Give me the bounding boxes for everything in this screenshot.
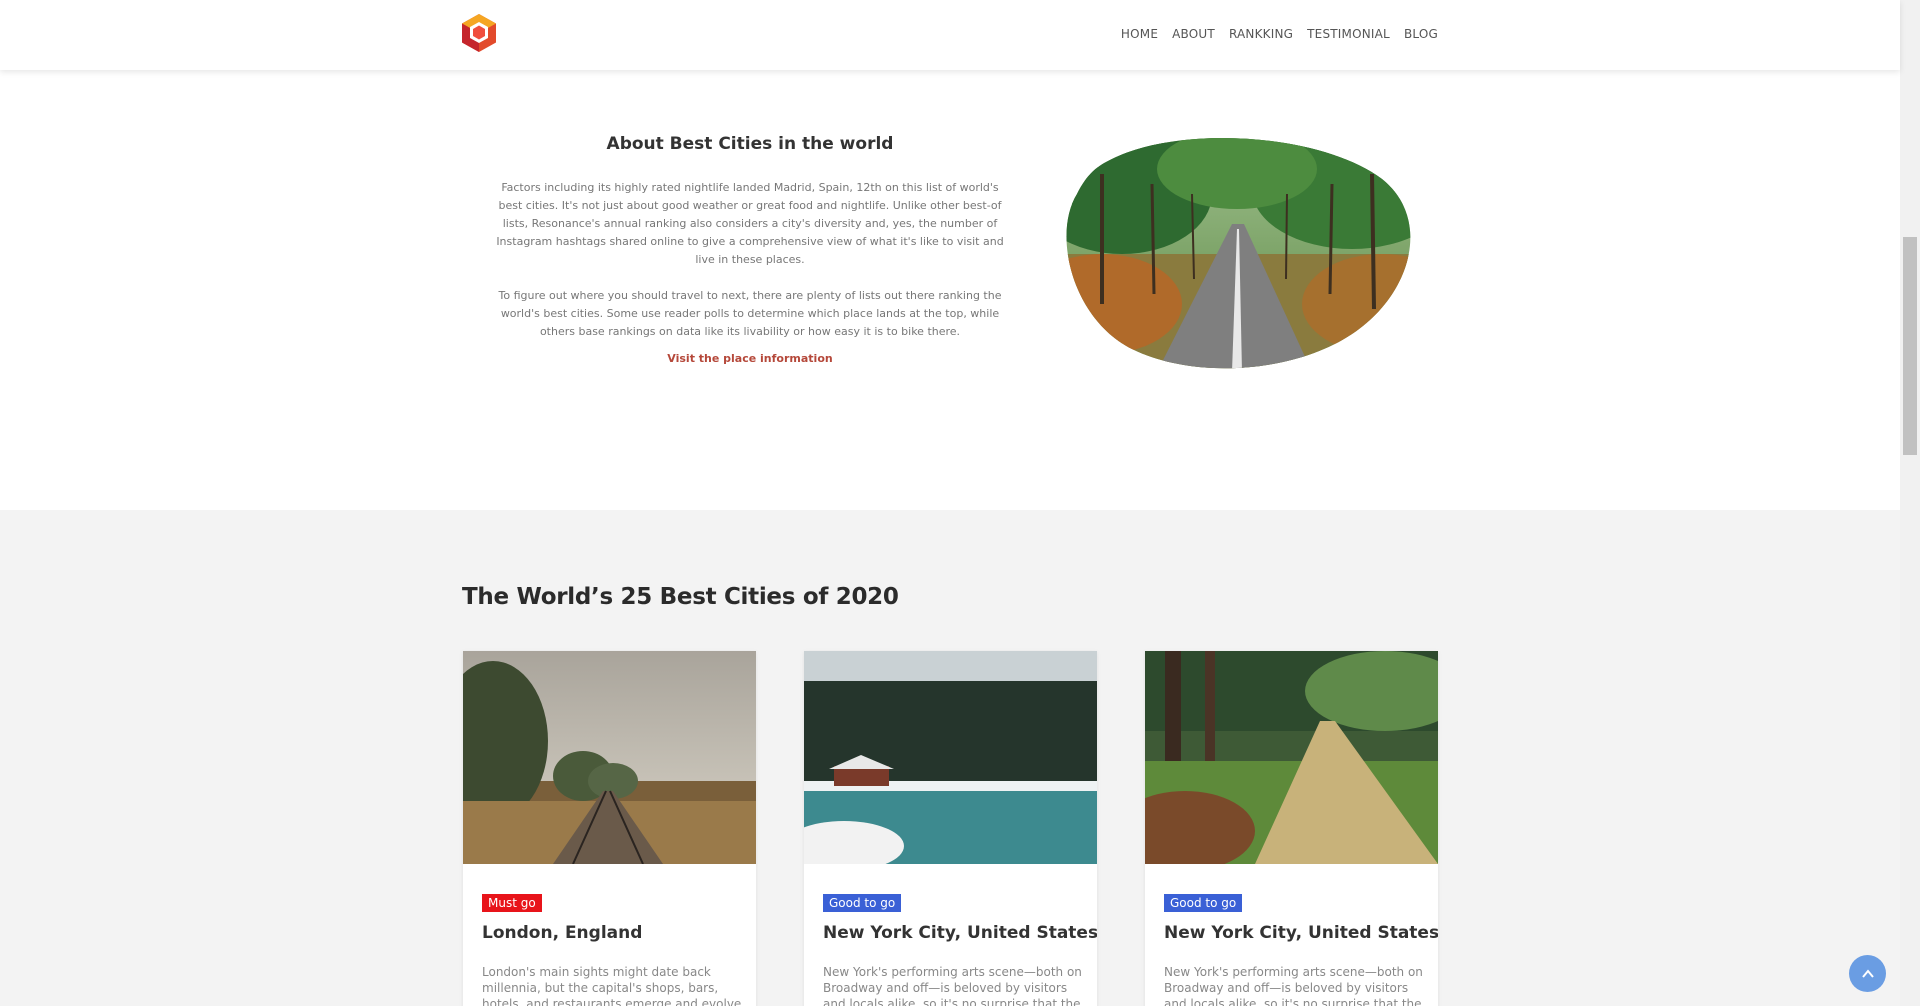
visit-place-link[interactable]: Visit the place information <box>490 352 1010 365</box>
city-card[interactable]: Must go London, England London's main si… <box>463 651 756 1006</box>
chevron-up-icon <box>1861 968 1874 978</box>
nav-ranking[interactable]: RANKKING <box>1229 27 1293 41</box>
site-header: HOME ABOUT RANKKING TESTIMONIAL BLOG <box>0 0 1900 70</box>
nav-blog[interactable]: BLOG <box>1404 27 1438 41</box>
must-go-badge: Must go <box>482 894 542 912</box>
card-title[interactable]: New York City, United States <box>823 923 1097 943</box>
nav-home[interactable]: HOME <box>1121 27 1158 41</box>
best-cities-section: The World’s 25 Best Cities of 2020 Must … <box>0 510 1900 1006</box>
card-description: New York's performing arts scene—both on… <box>823 965 1082 1006</box>
snowy-lake-image <box>804 651 1097 864</box>
about-paragraph-2: To figure out where you should travel to… <box>498 289 1002 338</box>
hexagon-logo-icon[interactable] <box>460 13 498 53</box>
good-to-go-badge: Good to go <box>1164 894 1243 912</box>
scrollbar-thumb[interactable] <box>1903 237 1917 455</box>
card-description: London's main sights might date back mil… <box>482 965 742 1006</box>
nav-about[interactable]: ABOUT <box>1172 27 1215 41</box>
about-paragraph-1: Factors including its highly rated night… <box>496 181 1004 266</box>
railway-image <box>463 651 756 864</box>
about-section: About Best Cities in the world Factors i… <box>0 70 1900 510</box>
good-to-go-badge: Good to go <box>823 894 902 912</box>
main-nav: HOME ABOUT RANKKING TESTIMONIAL BLOG <box>1121 27 1438 41</box>
dirt-road-image <box>1145 651 1438 864</box>
scroll-to-top-button[interactable] <box>1849 955 1886 992</box>
card-title[interactable]: New York City, United States <box>1164 923 1438 943</box>
cities-title: The World’s 25 Best Cities of 2020 <box>462 584 899 610</box>
forest-road-image <box>1066 137 1411 369</box>
card-description: New York's performing arts scene—both on… <box>1164 965 1423 1006</box>
card-title[interactable]: London, England <box>482 923 642 943</box>
page-scrollbar[interactable] <box>1900 0 1920 1006</box>
city-card[interactable]: Good to go New York City, United States … <box>804 651 1097 1006</box>
city-card[interactable]: Good to go New York City, United States … <box>1145 651 1438 1006</box>
about-title: About Best Cities in the world <box>606 134 894 154</box>
nav-testimonial[interactable]: TESTIMONIAL <box>1307 27 1390 41</box>
